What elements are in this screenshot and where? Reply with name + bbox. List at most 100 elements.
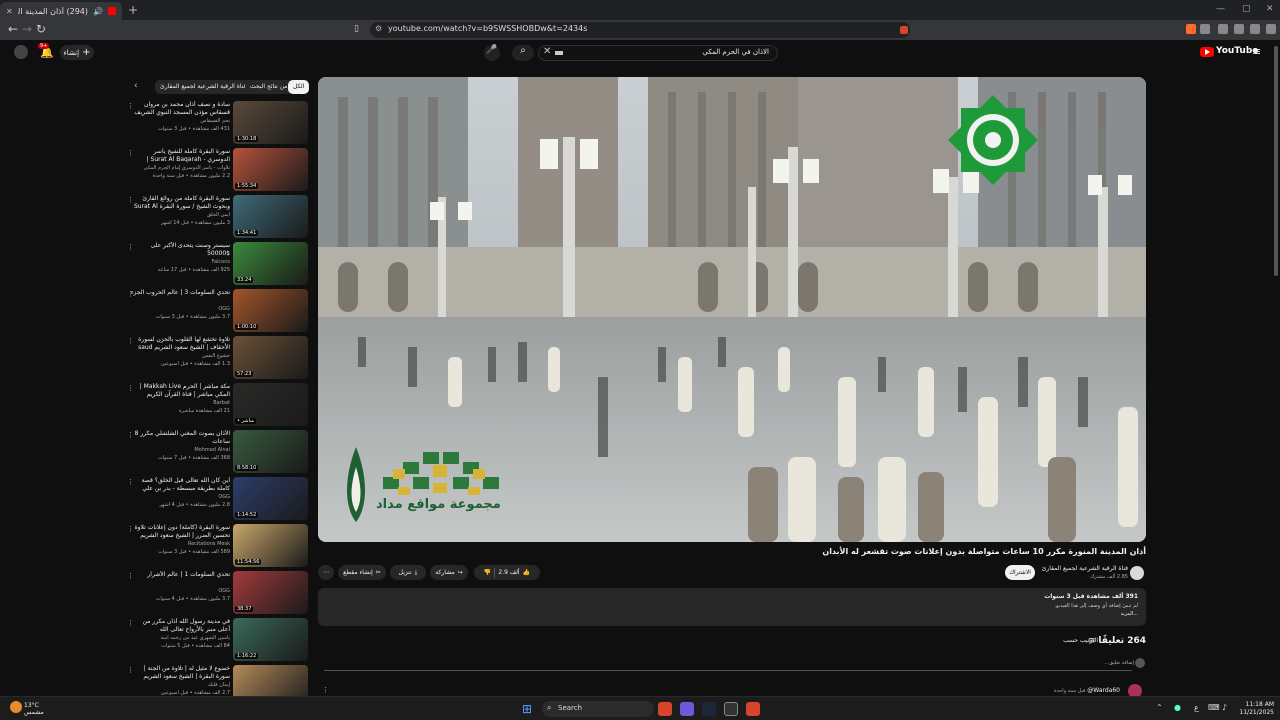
new-tab-icon[interactable]: +	[128, 3, 138, 17]
more-options-icon[interactable]: ⋮	[127, 572, 134, 580]
video-player[interactable]: مجموعة مواقع مداد	[318, 77, 1146, 542]
video-item-channel[interactable]: إيمان قلبك	[130, 682, 230, 688]
more-options-icon[interactable]: ⋮	[127, 431, 134, 439]
brave-icon[interactable]	[1186, 24, 1196, 34]
like-icon[interactable]: 👍	[523, 569, 530, 576]
video-thumbnail[interactable]: 38:37	[233, 571, 308, 614]
more-options-icon[interactable]: ⋮	[127, 243, 134, 251]
address-bar[interactable]: ⚙ youtube.com/watch?v=b9SWSSHOBDw&t=2434…	[370, 22, 910, 38]
video-item-title[interactable]: تحدي السلومات 1 | عالم الأشرار	[130, 571, 230, 579]
video-item-channel[interactable]: تلاوات - ياسر الدوسري إمام الحرم المكي	[130, 165, 230, 171]
menu-icon[interactable]	[1266, 24, 1276, 34]
video-item-channel[interactable]: OGG	[130, 306, 230, 312]
video-item-title[interactable]: سادة و نصف أذان محمد بن مروان قسقاس مؤذن…	[130, 101, 230, 117]
youtube-logo-icon[interactable]	[1200, 47, 1214, 57]
more-options-icon[interactable]: ⋮	[127, 337, 134, 345]
video-thumbnail[interactable]: 1:00:10	[233, 289, 308, 332]
video-thumbnail[interactable]: 1:14:52	[233, 477, 308, 520]
tab-close-icon[interactable]: ✕	[6, 7, 13, 16]
chip-search-results[interactable]: من نتائج البحث	[245, 80, 293, 94]
extension-icon[interactable]	[1200, 24, 1210, 34]
brave-taskbar-icon[interactable]	[658, 702, 672, 716]
video-item-title[interactable]: خضوع لا مثيل له | تلاوة من الجنة | سورة …	[130, 665, 230, 681]
video-thumbnail[interactable]: 1:30:18	[233, 101, 308, 144]
more-options-icon[interactable]: ⋮	[127, 290, 134, 298]
forward-icon[interactable]: →	[22, 22, 32, 36]
more-options-icon[interactable]: ⋮	[127, 478, 134, 486]
share-button[interactable]: مشاركة ↪	[430, 565, 468, 580]
clip-button[interactable]: إنشاء مقطع ✂	[338, 565, 386, 580]
subscribe-button[interactable]: الاشتراك	[1005, 565, 1035, 580]
wallet-icon[interactable]	[1234, 24, 1244, 34]
mic-tray-icon[interactable]: ●	[1174, 703, 1181, 712]
sidebar-video-item[interactable]: 1:34:41 سورة البقرة كاملة من روائع القارئ…	[125, 195, 310, 239]
taskbar-search[interactable]: ⌕ Search	[542, 701, 654, 717]
sidebar-video-item[interactable]: 8:58:10 الأذان بصوت المغني الشلشلي مكرر 8…	[125, 430, 310, 474]
chevron-up-icon[interactable]: ⌃	[1156, 703, 1163, 712]
close-window-icon[interactable]: ✕	[1266, 4, 1274, 14]
more-options-icon[interactable]: ⋮	[127, 525, 134, 533]
sort-button[interactable]: الترتيب حسب	[1063, 637, 1098, 644]
video-item-channel[interactable]: Recitations Mesk	[130, 541, 230, 547]
dislike-icon[interactable]: 👎	[484, 569, 491, 576]
app-taskbar-icon[interactable]	[680, 702, 694, 716]
video-item-title[interactable]: في مدينة رسول الله أذان مكرر من أعلى منب…	[130, 618, 230, 634]
sidebar-video-item[interactable]: 1:30:18 سادة و نصف أذان محمد بن مروان قسق…	[125, 101, 310, 145]
sidebar-video-item[interactable]: 57:23 تلاوة تخشع لها القلوب بالحزن لسورة …	[125, 336, 310, 380]
sidebar-video-item[interactable]: 1:14:52 أين كان الله تعالى قبل الخلق؟ قصة…	[125, 477, 310, 521]
video-item-title[interactable]: سورة البقرة كاملة للشيخ ياسر الدوسري - S…	[130, 148, 230, 164]
video-item-title[interactable]: مكة مباشر | الحرم Makkah Live | المكي مب…	[130, 383, 230, 399]
video-item-title[interactable]: سورة البقرة (كاملة) دون إعلانات تلاوة تح…	[130, 524, 230, 540]
video-thumbnail[interactable]: 8:58:10	[233, 430, 308, 473]
sidebar-video-item[interactable]: • مباشر مكة مباشر | الحرم Makkah Live | ا…	[125, 383, 310, 427]
video-item-title[interactable]: سيستر وسنت يتحدى الأكبر على $50000	[130, 242, 230, 258]
maximize-icon[interactable]: ▢	[1242, 4, 1251, 14]
video-item-channel[interactable]: Falcons	[130, 259, 230, 265]
video-item-channel[interactable]: ياسين الشهري عيد من رحمه آمنة	[130, 635, 230, 641]
channel-name[interactable]: قناة الرقية الشرعية لجميع المقارئ	[1042, 565, 1128, 572]
video-item-channel[interactable]: Barbat	[130, 400, 230, 406]
create-button[interactable]: إنشاء +	[60, 45, 94, 60]
show-more-link[interactable]: ...المزيد	[1121, 611, 1138, 617]
obs-taskbar-icon[interactable]	[724, 702, 738, 716]
video-thumbnail[interactable]: 33:24	[233, 242, 308, 285]
more-options-icon[interactable]: ⋮	[127, 149, 134, 157]
video-item-title[interactable]: سورة البقرة كاملة من روائع القارئ وبحوث …	[130, 195, 230, 211]
weather-widget[interactable]: 13°C مشمس	[24, 702, 44, 716]
video-item-title[interactable]: تلاوة تخشع لها القلوب بالحزن لسورة الأحق…	[130, 336, 230, 352]
brave-active-taskbar-icon[interactable]	[746, 702, 760, 716]
chip-all[interactable]: الكل	[288, 80, 310, 94]
search-button[interactable]: ⌕	[512, 45, 534, 61]
more-options-icon[interactable]: ⋮	[127, 196, 134, 204]
more-actions-button[interactable]: ⋯	[318, 565, 334, 580]
video-item-title[interactable]: تحدي السلومات 3 | عالم الحروب الجزء	[130, 289, 230, 297]
sidebar-toggle-icon[interactable]	[1218, 24, 1228, 34]
speaker-icon[interactable]: 🔊	[93, 7, 103, 16]
steam-taskbar-icon[interactable]	[702, 702, 716, 716]
windows-start-icon[interactable]: ⊞	[522, 702, 532, 716]
keyboard-icon[interactable]	[555, 51, 563, 55]
back-icon[interactable]: ←	[8, 22, 18, 36]
video-item-channel[interactable]: OGG	[130, 494, 230, 500]
hamburger-menu-icon[interactable]: ≡	[1252, 45, 1261, 58]
video-item-channel[interactable]: نجم القسقاس	[130, 118, 230, 124]
comment-more-icon[interactable]: ⋮	[322, 686, 329, 694]
more-options-icon[interactable]: ⋮	[127, 384, 134, 392]
comment-author[interactable]: Warda60@ قبل سنة واحدة	[1054, 687, 1120, 694]
download-button[interactable]: تنزيل ⤓	[390, 565, 426, 580]
voice-search-icon[interactable]: 🎤	[484, 45, 500, 61]
like-count[interactable]: 2.9 ألف	[498, 569, 519, 576]
video-item-channel[interactable]: OGG	[130, 588, 230, 594]
video-thumbnail[interactable]: 57:23	[233, 336, 308, 379]
add-comment-input[interactable]: إضافة تعليق...	[1104, 660, 1134, 666]
network-icon[interactable]: ⌨	[1208, 703, 1220, 712]
video-thumbnail[interactable]: • مباشر	[233, 383, 308, 426]
sidebar-video-item[interactable]: 33:24 سيستر وسنت يتحدى الأكبر على $50000 F…	[125, 242, 310, 286]
sidebar-video-item[interactable]: 1:55:34 سورة البقرة كاملة للشيخ ياسر الدو…	[125, 148, 310, 192]
minimize-icon[interactable]: —	[1216, 4, 1225, 14]
sidebar-video-item[interactable]: 38:37 تحدي السلومات 1 | عالم الأشرار OGG 3.…	[125, 571, 310, 615]
video-thumbnail[interactable]: 11:54:56	[233, 524, 308, 567]
description-box[interactable]: 391 ألف مشاهدة قبل 3 سنوات لم تنسَ إضافة…	[318, 588, 1146, 626]
download-icon[interactable]	[1250, 24, 1260, 34]
video-item-title[interactable]: الأذان بصوت المغني الشلشلي مكرر 8 ساعات	[130, 430, 230, 446]
